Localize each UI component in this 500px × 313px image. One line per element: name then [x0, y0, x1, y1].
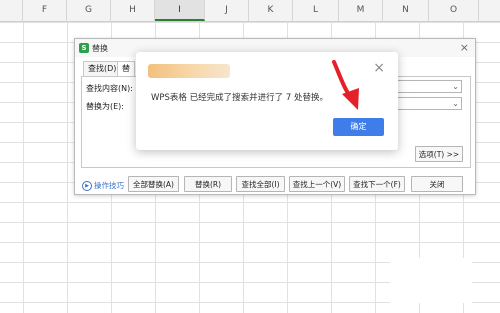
close-icon[interactable]: × — [373, 60, 385, 76]
annotation-arrow — [332, 60, 359, 110]
blank-cell-region — [390, 258, 472, 303]
blurred-title — [148, 64, 230, 78]
column-header-o[interactable]: O — [429, 0, 479, 21]
column-header-j[interactable]: J — [205, 0, 249, 21]
find-next-button[interactable]: 查找下一个(F) — [349, 176, 405, 192]
app-icon: S — [79, 43, 89, 53]
close-icon[interactable]: × — [460, 41, 469, 54]
tips-link[interactable]: ▶ 操作技巧 — [82, 180, 124, 191]
corner-cell[interactable] — [0, 0, 23, 21]
column-header-bar: F G H I J K L M N O — [0, 0, 500, 22]
replace-dialog-title: 替换 — [92, 44, 108, 53]
replace-label: 替换为(E): — [86, 102, 124, 111]
tips-icon: ▶ — [82, 181, 92, 191]
close-button[interactable]: 关闭 — [411, 176, 463, 192]
column-header-l[interactable]: L — [293, 0, 339, 21]
tab-find[interactable]: 查找(D) — [83, 61, 122, 76]
options-button[interactable]: 选项(T) >> — [415, 146, 463, 162]
column-header-k[interactable]: K — [249, 0, 293, 21]
chevron-down-icon[interactable]: ⌄ — [452, 98, 459, 110]
tab-replace[interactable]: 替 — [117, 61, 135, 77]
tips-label: 操作技巧 — [94, 181, 124, 190]
find-all-button[interactable]: 查找全部(I) — [236, 176, 285, 192]
find-label: 查找内容(N): — [86, 84, 133, 93]
column-header-h[interactable]: H — [111, 0, 155, 21]
replace-button[interactable]: 替换(R) — [184, 176, 232, 192]
column-header-f[interactable]: F — [23, 0, 67, 21]
find-previous-button[interactable]: 查找上一个(V) — [289, 176, 345, 192]
message-text: WPS表格 已经完成了搜索并进行了 7 处替换。 — [151, 93, 328, 103]
column-header-g[interactable]: G — [67, 0, 111, 21]
column-header-m[interactable]: M — [339, 0, 383, 21]
replace-all-button[interactable]: 全部替换(A) — [128, 176, 179, 192]
chevron-down-icon[interactable]: ⌄ — [452, 81, 459, 93]
column-header-n[interactable]: N — [383, 0, 429, 21]
column-header-i[interactable]: I — [155, 0, 205, 21]
ok-button[interactable]: 确定 — [333, 118, 384, 136]
